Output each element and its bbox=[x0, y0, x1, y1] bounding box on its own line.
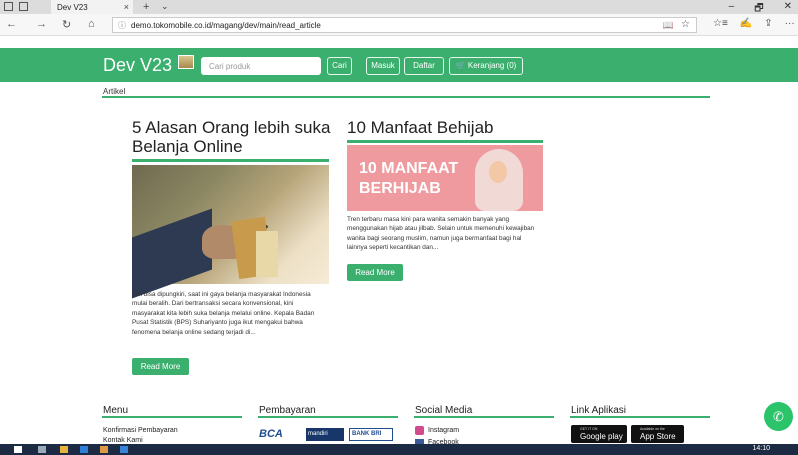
image-caption-line-1: 10 MANFAAT bbox=[359, 160, 459, 177]
google-play-small-text: GET IT ON bbox=[580, 427, 598, 431]
article-excerpt: Tren terbaru masa kini para wanita semak… bbox=[347, 216, 535, 252]
login-button[interactable]: Masuk bbox=[366, 57, 400, 75]
footer-divider bbox=[102, 416, 242, 418]
article-image-online-shopping[interactable] bbox=[132, 165, 329, 299]
edge-icon[interactable] bbox=[120, 446, 128, 453]
url-text: demo.tokomobile.co.id/magang/dev/main/re… bbox=[131, 21, 321, 30]
address-bar-row: ← → ↻ ⌂ ⓘ demo.tokomobile.co.id/magang/d… bbox=[0, 14, 798, 36]
file-explorer-icon[interactable] bbox=[60, 446, 68, 453]
footer-divider bbox=[570, 416, 710, 418]
search-button[interactable]: Cari bbox=[327, 57, 352, 75]
app-store-text: App Store bbox=[640, 432, 676, 441]
site-info-icon[interactable]: ⓘ bbox=[118, 20, 126, 31]
footer-divider bbox=[258, 416, 398, 418]
url-field[interactable]: ⓘ demo.tokomobile.co.id/magang/dev/main/… bbox=[112, 17, 697, 33]
article-excerpt: Tak bisa dipungkiri, saat ini gaya belan… bbox=[132, 291, 315, 336]
instagram-link[interactable]: Instagram bbox=[428, 427, 459, 434]
article-card-1: 5 Alasan Orang lebih suka Belanja Online bbox=[132, 118, 332, 162]
footer-link-payment-confirmation[interactable]: Konfirmasi Pembayaran bbox=[103, 427, 178, 434]
browser-title-bar: Dev V23 × + ⌄ – 🗗 ✕ bbox=[0, 0, 798, 14]
bri-logo: BANK BRI bbox=[349, 428, 393, 441]
footer-divider bbox=[414, 416, 554, 418]
web-note-icon[interactable]: ✍ bbox=[740, 18, 752, 29]
back-icon[interactable]: ← bbox=[6, 18, 17, 30]
title-underline bbox=[132, 159, 329, 162]
footer-social-title: Social Media bbox=[415, 405, 473, 416]
site-brand[interactable]: Dev V23 bbox=[103, 55, 172, 76]
register-button[interactable]: Daftar bbox=[404, 57, 444, 75]
new-tab-icon[interactable]: + bbox=[143, 1, 149, 13]
os-taskbar: 14:10 bbox=[0, 444, 798, 455]
tabs-dropdown-icon[interactable]: ⌄ bbox=[161, 1, 169, 12]
image-sleeve bbox=[132, 208, 212, 299]
google-play-badge[interactable]: GET IT ON Google play bbox=[571, 425, 627, 443]
article-image-hijab[interactable]: 10 MANFAAT BERHIJAB bbox=[347, 145, 543, 211]
image-shopping-bag-2 bbox=[256, 231, 278, 277]
app-store-badge[interactable]: Available on the App Store bbox=[631, 425, 684, 443]
home-icon[interactable]: ⌂ bbox=[88, 18, 95, 30]
read-more-button[interactable]: Read More bbox=[132, 358, 189, 375]
brand-logo-icon[interactable] bbox=[178, 55, 194, 69]
more-icon[interactable]: ··· bbox=[785, 18, 795, 29]
mandiri-logo: mandiri bbox=[306, 428, 344, 441]
footer-payment-title: Pembayaran bbox=[259, 405, 316, 416]
set-aside-tabs-icon[interactable] bbox=[19, 2, 28, 11]
forward-icon[interactable]: → bbox=[36, 18, 47, 30]
breadcrumb-divider bbox=[102, 96, 710, 98]
browser-tab[interactable]: Dev V23 × bbox=[51, 0, 133, 14]
site-navbar: Dev V23 Cari Masuk Daftar 🛒 Keranjang (0… bbox=[0, 48, 798, 82]
browser-toolbar-right: ☆≡ ✍ ⇪ ··· bbox=[713, 18, 795, 29]
cart-button[interactable]: 🛒 Keranjang (0) bbox=[449, 57, 523, 75]
reading-view-icon[interactable]: 📖 bbox=[663, 20, 674, 31]
taskbar-clock[interactable]: 14:10 bbox=[752, 445, 770, 452]
tab-preview-icon[interactable] bbox=[4, 2, 13, 11]
search-input[interactable] bbox=[201, 57, 321, 75]
favorite-star-icon[interactable]: ☆ bbox=[681, 19, 690, 30]
search-icon[interactable] bbox=[38, 446, 46, 453]
refresh-icon[interactable]: ↻ bbox=[62, 18, 71, 31]
chrome-icon[interactable] bbox=[100, 446, 108, 453]
google-play-text: Google play bbox=[580, 432, 623, 441]
tab-title: Dev V23 bbox=[57, 3, 88, 12]
share-icon[interactable]: ⇪ bbox=[764, 18, 772, 29]
read-more-button[interactable]: Read More bbox=[347, 264, 403, 281]
article-title[interactable]: 10 Manfaat Behijab bbox=[347, 118, 547, 137]
bca-logo: BCA bbox=[259, 428, 283, 440]
start-icon[interactable] bbox=[14, 446, 22, 453]
footer-link-contact[interactable]: Kontak Kami bbox=[103, 437, 143, 444]
instagram-icon[interactable] bbox=[415, 426, 424, 435]
breadcrumb: Artikel bbox=[103, 87, 126, 96]
footer-menu-title: Menu bbox=[103, 405, 129, 416]
title-underline bbox=[347, 140, 543, 143]
image-caption-line-2: BERHIJAB bbox=[359, 180, 441, 197]
favorites-hub-icon[interactable]: ☆≡ bbox=[713, 18, 728, 29]
window-system-icons bbox=[4, 2, 28, 11]
footer-apps-title: Link Aplikasi bbox=[571, 405, 627, 416]
article-card-2: 10 Manfaat Behijab bbox=[347, 118, 547, 143]
app-store-small-text: Available on the bbox=[640, 427, 665, 431]
image-face bbox=[489, 161, 507, 183]
close-tab-icon[interactable]: × bbox=[124, 2, 129, 12]
store-icon[interactable] bbox=[80, 446, 88, 453]
whatsapp-icon[interactable]: ✆ bbox=[764, 402, 793, 431]
article-title[interactable]: 5 Alasan Orang lebih suka Belanja Online bbox=[132, 118, 332, 156]
